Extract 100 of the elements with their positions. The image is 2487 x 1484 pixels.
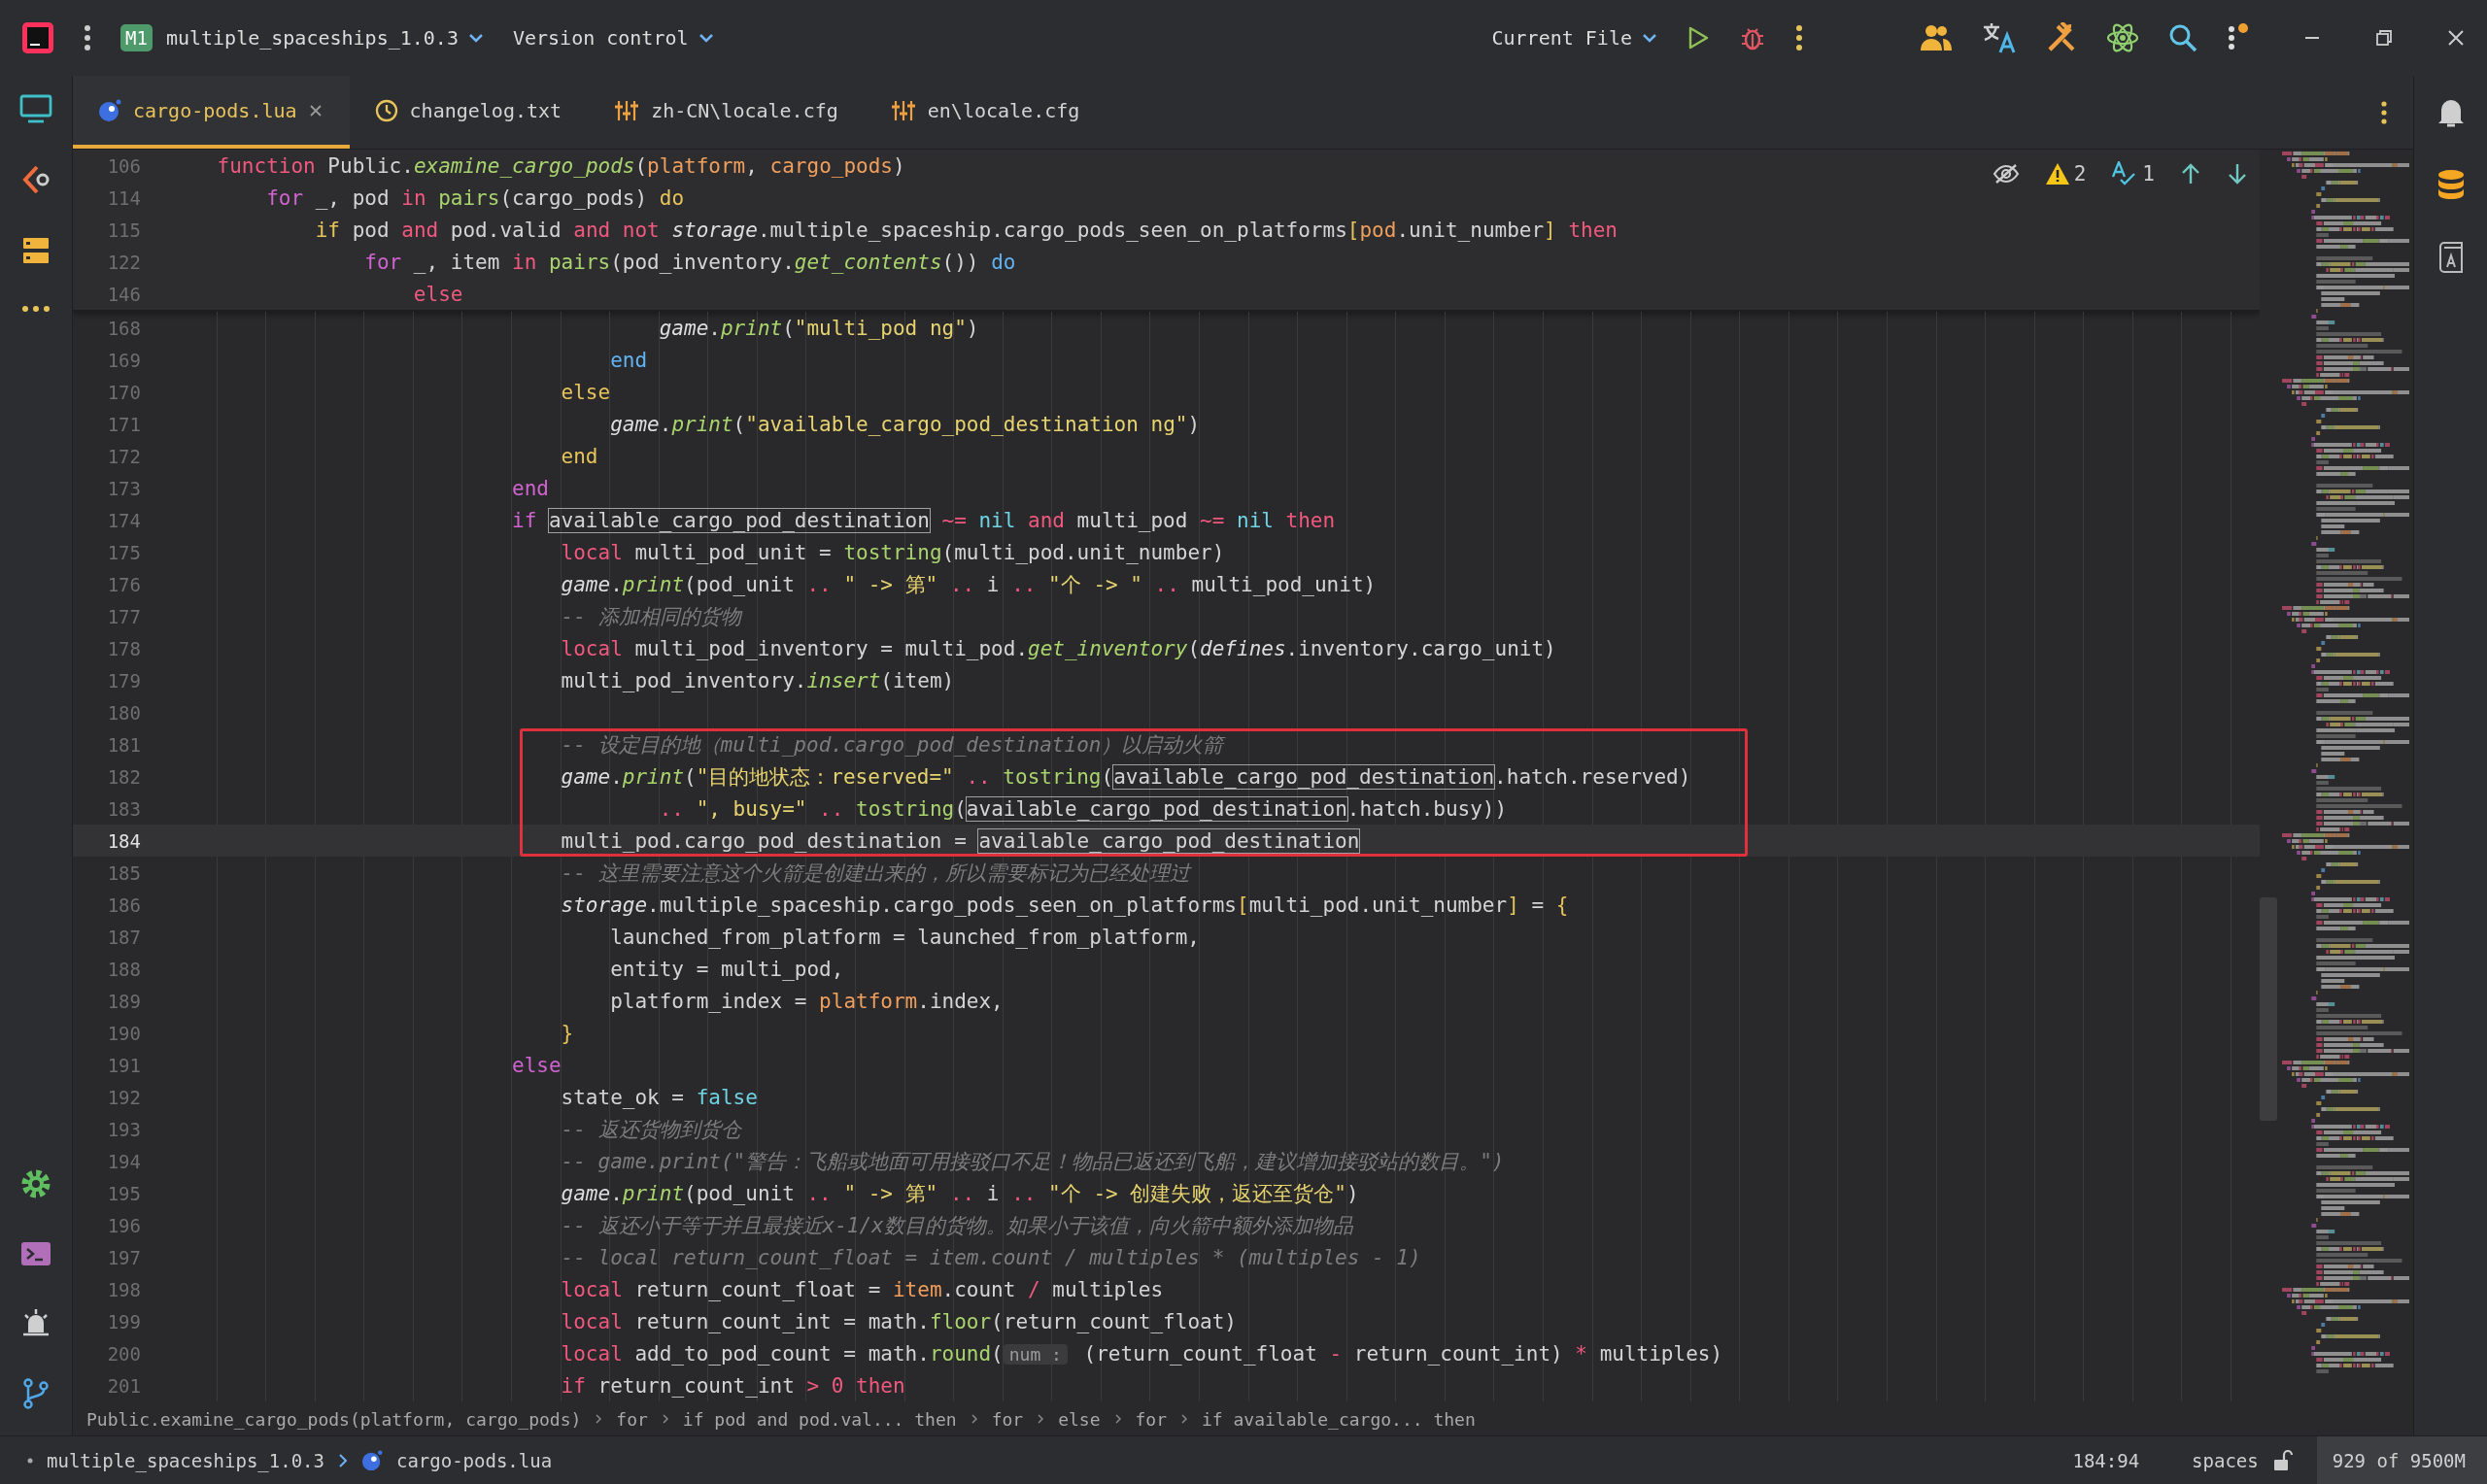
code-line: -- 返还小于等于并且最接近x-1/x数目的货物。如果小于该值，向火箭中额外添加物品 <box>560 1212 1353 1239</box>
project-dropdown[interactable]: M1 multiple_spaceships_1.0.3 <box>120 24 484 51</box>
chevron-right-icon <box>661 1413 669 1425</box>
line-number: 192 <box>106 1086 142 1108</box>
caret-position[interactable]: 184:94 <box>2072 1449 2140 1471</box>
line-number: 174 <box>106 509 142 531</box>
more-options-icon[interactable] <box>1795 24 1803 51</box>
code-line: if available_cargo_pod_destination ~= nil and multi_pod ~= nil then <box>511 508 1336 532</box>
code-line: entity = multi_pod, <box>609 957 844 981</box>
settings-menu-icon[interactable] <box>2227 23 2250 52</box>
line-number: 201 <box>106 1374 142 1397</box>
code-line: -- 添加相同的货物 <box>560 603 741 630</box>
memory-indicator[interactable]: 929 of 9500M <box>2316 1436 2487 1484</box>
line-number: 177 <box>106 605 142 627</box>
code-line: -- game.print("警告：飞船或地面可用接驳口不足！物品已返还到飞船，建议增加接驳站的数目。") <box>560 1148 1505 1175</box>
settings-icon[interactable] <box>19 1167 52 1200</box>
breadcrumb-item[interactable]: Public.examine_cargo_pods(platform, cargo_pods) <box>86 1408 582 1430</box>
code-line: multi_pod.cargo_pod_destination = available_cargo_pod_destination <box>560 828 1360 853</box>
monitor-icon[interactable] <box>18 93 53 124</box>
file-tab[interactable]: changelog.txt <box>349 76 590 149</box>
more-tools-icon[interactable] <box>21 305 51 313</box>
code-line: for _, item in pairs(pod_inventory.get_contents()) do <box>363 250 1016 274</box>
project-path-item[interactable]: multiple_spaceships_1.0.3 <box>47 1449 324 1471</box>
indent-setting[interactable]: spaces <box>2192 1449 2259 1471</box>
people-icon[interactable] <box>1920 23 1953 52</box>
line-number: 173 <box>106 477 142 499</box>
database-icon[interactable] <box>2436 169 2466 200</box>
line-number: 106 <box>106 154 142 177</box>
code-line: local return_count_int = math.floor(return_count_float) <box>560 1309 1237 1333</box>
chevron-right-icon <box>595 1413 603 1425</box>
code-line: -- local return_count_float = item.count / multiples * (multiples - 1) <box>560 1245 1421 1269</box>
line-number: 168 <box>106 317 142 339</box>
main-menu-icon[interactable] <box>84 24 91 51</box>
close-icon[interactable] <box>2446 28 2466 48</box>
run-configuration-dropdown[interactable]: Current File <box>1491 26 1657 50</box>
file-path-item[interactable]: cargo-pods.lua <box>396 1449 553 1471</box>
file-tab[interactable]: zh-CN\locale.cfg <box>589 76 866 149</box>
line-number: 190 <box>106 1022 142 1044</box>
line-number: 180 <box>106 701 142 724</box>
line-number: 170 <box>106 381 142 403</box>
line-number: 198 <box>106 1278 142 1300</box>
code-line: storage.multiple_spaceship.cargo_pods_seen_on_platforms[multi_pod.unit_number] = { <box>560 893 1569 917</box>
breadcrumb-item[interactable]: for <box>616 1408 648 1430</box>
typos-count[interactable]: 1 <box>2111 161 2155 186</box>
breadcrumb-item[interactable]: if pod and pod.val... then <box>682 1408 957 1430</box>
line-number: 191 <box>106 1054 142 1076</box>
line-number: 196 <box>106 1214 142 1236</box>
caret-icon <box>698 33 714 43</box>
code-line: end <box>560 444 598 468</box>
file-tab[interactable]: en\locale.cfg <box>865 76 1107 149</box>
code-line: -- 这里需要注意这个火箭是创建出来的，所以需要标记为已经处理过 <box>560 860 1190 887</box>
line-number: 184 <box>106 829 142 852</box>
breadcrumb-item[interactable]: for <box>1135 1408 1167 1430</box>
atom-icon[interactable] <box>2106 21 2139 54</box>
line-number: 200 <box>106 1342 142 1365</box>
git-branch-icon[interactable] <box>21 1377 51 1410</box>
line-number: 179 <box>106 669 142 691</box>
tab-options-icon[interactable] <box>2380 100 2388 124</box>
translate-icon[interactable] <box>1982 21 2017 54</box>
close-tab-icon[interactable] <box>308 103 323 118</box>
code-line: game.print("目的地状态：reserved=" .. tostring(available_cargo_pod_destination.hatch.reserved) <box>560 763 1691 791</box>
arrow-up-icon[interactable] <box>2180 162 2201 186</box>
warning-icon <box>2044 162 2070 186</box>
line-number: 188 <box>106 958 142 980</box>
line-number: 194 <box>106 1150 142 1172</box>
version-control-dropdown[interactable]: Version control <box>512 26 714 50</box>
structure-icon[interactable] <box>20 235 51 266</box>
breadcrumb-item[interactable]: for <box>991 1408 1024 1430</box>
warnings-count[interactable]: 2 <box>2044 162 2087 186</box>
line-number: 172 <box>106 445 142 467</box>
code-line: local add_to_pod_count = math.round( num : (return_count_float - return_count_int) * multiples) <box>560 1341 1723 1366</box>
clock-icon <box>374 98 398 122</box>
search-icon[interactable] <box>2168 23 2197 52</box>
hammer-wrench-icon[interactable] <box>2046 22 2077 53</box>
chevron-right-icon <box>1113 1413 1122 1425</box>
project-badge: M1 <box>120 24 153 51</box>
breadcrumb-item[interactable]: if available_cargo... then <box>1202 1408 1476 1430</box>
eye-slash-icon[interactable] <box>1992 163 2020 185</box>
line-number: 181 <box>106 733 142 756</box>
code-line: if return_count_int > 0 then <box>560 1373 905 1398</box>
code-line: function Public.examine_cargo_pods(platform, cargo_pods) <box>216 153 905 178</box>
caret-icon <box>1642 33 1657 43</box>
line-number: 115 <box>106 219 142 241</box>
code-line: } <box>560 1021 574 1045</box>
run-icon[interactable] <box>1686 25 1710 51</box>
arrow-down-icon[interactable] <box>2227 162 2248 186</box>
line-number: 193 <box>106 1118 142 1140</box>
code-line: state_ok = false <box>560 1085 758 1109</box>
code-line: end <box>511 476 549 500</box>
caret-icon <box>467 33 484 43</box>
code-line: else <box>560 380 611 404</box>
lock-icon[interactable] <box>2271 1448 2294 1472</box>
app-logo-icon[interactable] <box>21 21 54 54</box>
chevron-right-icon <box>970 1413 978 1425</box>
breadcrumb-item[interactable]: else <box>1058 1408 1101 1430</box>
terminal-icon[interactable] <box>19 1239 52 1268</box>
file-tab[interactable]: cargo-pods.lua <box>73 76 350 149</box>
code-line: game.print("multi_pod ng") <box>658 316 979 340</box>
restore-icon[interactable] <box>2374 28 2394 48</box>
line-number: 176 <box>106 573 142 595</box>
